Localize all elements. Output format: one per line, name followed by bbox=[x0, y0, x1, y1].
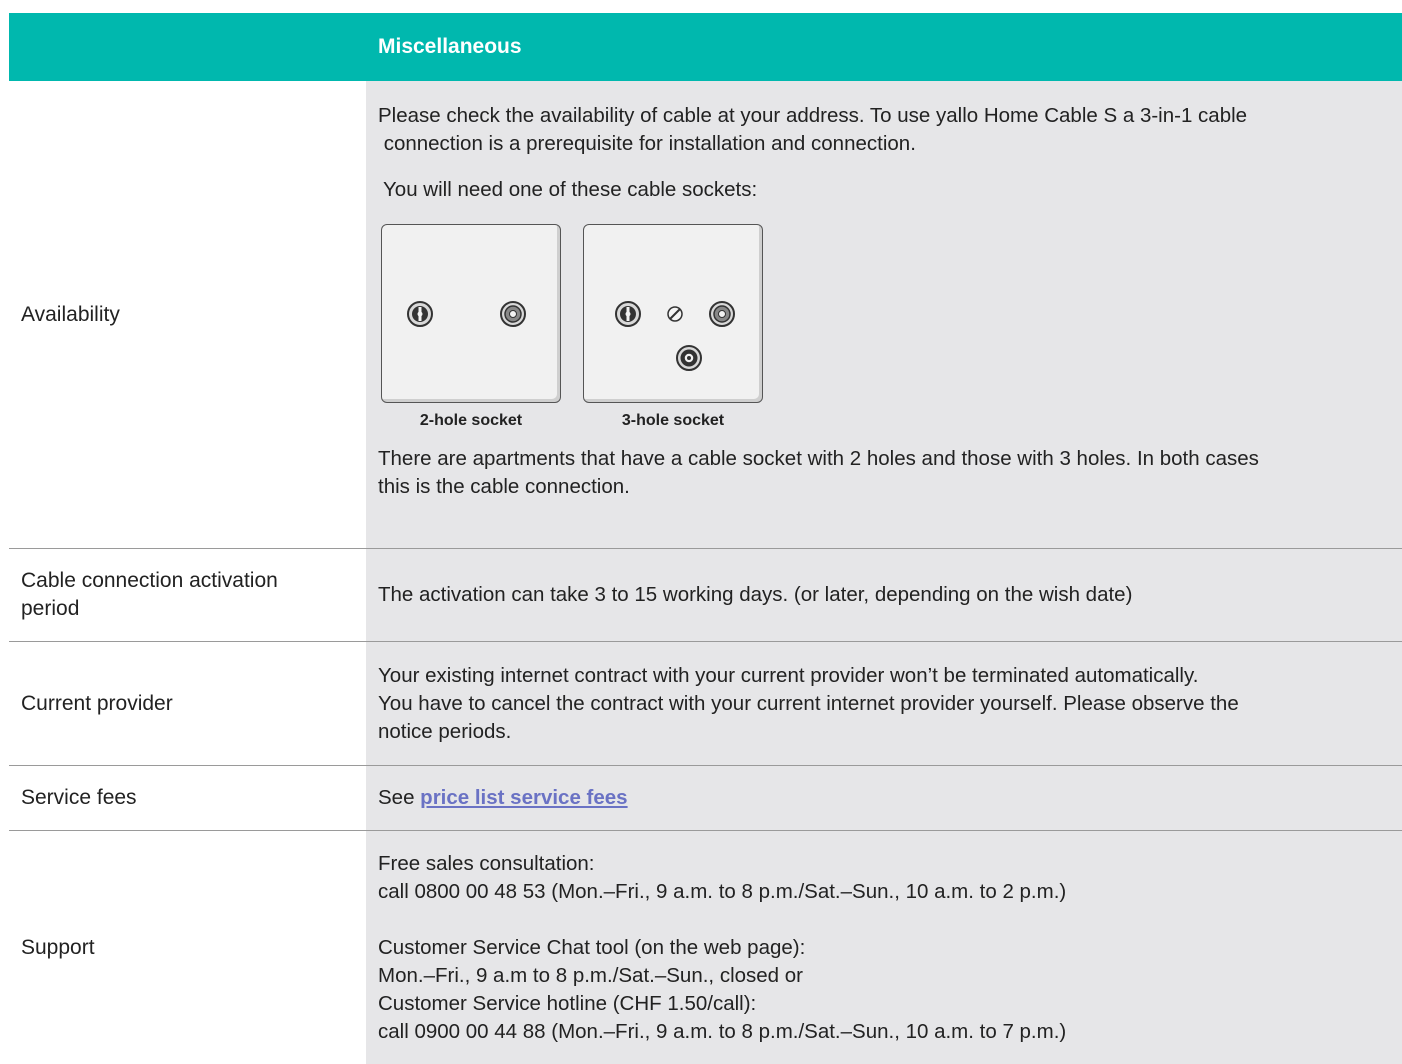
row-label: Support bbox=[9, 831, 366, 1064]
row-service-fees: Service fees See price list service fees bbox=[9, 766, 1402, 831]
socket-3-hole: 3-hole socket bbox=[583, 224, 763, 431]
activation-text: The activation can take 3 to 15 working … bbox=[378, 583, 1133, 606]
availability-text-line: Please check the availability of cable a… bbox=[378, 104, 1248, 127]
row-current-provider: Current provider Your existing internet … bbox=[9, 642, 1402, 766]
support-text-line: Free sales consultation: bbox=[378, 851, 595, 875]
screw-icon bbox=[667, 306, 683, 322]
availability-text-line: connection is a prerequisite for install… bbox=[378, 132, 916, 155]
tv-port-icon bbox=[500, 301, 526, 327]
row-content: Free sales consultation: call 0800 00 48… bbox=[366, 831, 1402, 1064]
socket-illustrations: 2-hole socket 3-hole socket bbox=[381, 224, 1388, 431]
row-content: See price list service fees bbox=[366, 766, 1402, 830]
row-label: Current provider bbox=[9, 642, 366, 765]
availability-sockets-intro: You will need one of these cable sockets… bbox=[383, 178, 758, 201]
support-text-line: Customer Service Chat tool (on the web p… bbox=[378, 935, 806, 959]
provider-text-line: notice periods. bbox=[378, 719, 512, 743]
fees-prefix: See bbox=[378, 786, 421, 809]
data-port-icon bbox=[407, 301, 433, 327]
socket-plate-2-hole bbox=[381, 224, 561, 403]
row-content: Please check the availability of cable a… bbox=[366, 81, 1402, 548]
socket-caption: 2-hole socket bbox=[419, 412, 523, 429]
availability-text-line: There are apartments that have a cable s… bbox=[378, 447, 1259, 470]
socket-2-hole: 2-hole socket bbox=[381, 224, 561, 431]
row-label: Availability bbox=[9, 81, 366, 548]
tv-port-icon bbox=[709, 301, 735, 327]
socket-plate-3-hole bbox=[583, 224, 763, 403]
table-header-title: Miscellaneous bbox=[378, 35, 522, 58]
row-label-line: period bbox=[21, 597, 80, 620]
availability-text-line: this is the cable connection. bbox=[378, 475, 630, 498]
support-text-line: call 0800 00 48 53 (Mon.–Fri., 9 a.m. to… bbox=[378, 879, 1067, 903]
support-text-line: call 0900 00 44 88 (Mon.–Fri., 9 a.m. to… bbox=[378, 1019, 1067, 1043]
info-table: Miscellaneous Availability Please check … bbox=[9, 13, 1402, 1064]
row-content: The activation can take 3 to 15 working … bbox=[366, 549, 1402, 641]
provider-text-line: Your existing internet contract with you… bbox=[378, 663, 1199, 687]
radio-port-icon bbox=[676, 345, 702, 371]
provider-text-line: You have to cancel the contract with you… bbox=[378, 691, 1239, 715]
price-list-link[interactable]: price list service fees bbox=[420, 786, 627, 809]
support-text-line: Mon.–Fri., 9 a.m to 8 p.m./Sat.–Sun., cl… bbox=[378, 963, 803, 987]
row-label: Cable connection activation period bbox=[9, 549, 366, 641]
row-support: Support Free sales consultation: call 08… bbox=[9, 831, 1402, 1064]
table-header: Miscellaneous bbox=[9, 13, 1402, 81]
row-activation-period: Cable connection activation period The a… bbox=[9, 549, 1402, 642]
data-port-icon bbox=[615, 301, 641, 327]
socket-caption: 3-hole socket bbox=[621, 412, 725, 429]
row-content: Your existing internet contract with you… bbox=[366, 642, 1402, 765]
support-text-line: Customer Service hotline (CHF 1.50/call)… bbox=[378, 991, 757, 1015]
row-label-line: Cable connection activation bbox=[21, 569, 278, 592]
row-availability: Availability Please check the availabili… bbox=[9, 81, 1402, 549]
row-label: Service fees bbox=[9, 766, 366, 830]
